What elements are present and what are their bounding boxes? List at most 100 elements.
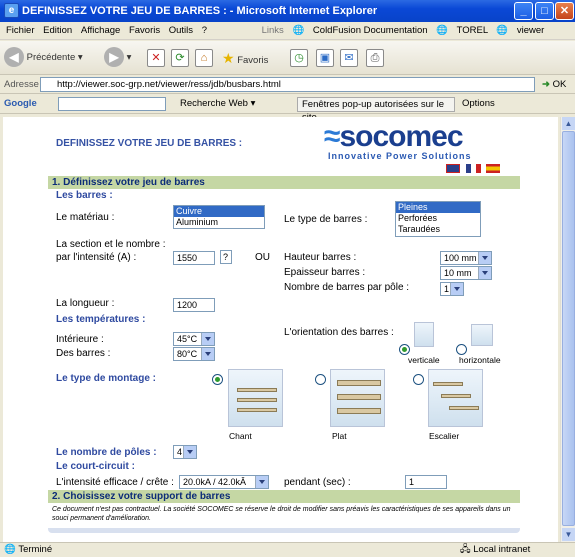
vertical-scrollbar[interactable]: ▲ ▼ xyxy=(560,117,575,542)
intensite-label: par l'intensité (A) : xyxy=(56,252,137,263)
nombre-barres-select[interactable]: 1 xyxy=(440,282,464,296)
back-arrow-icon: ◀ xyxy=(4,47,24,68)
hauteur-select[interactable]: 100 mm xyxy=(440,251,492,265)
scroll-thumb[interactable] xyxy=(562,131,575,526)
window-title: DEFINISSEZ VOTRE JEU DE BARRES : - Micro… xyxy=(22,5,378,17)
poles-label: Le nombre de pôles : xyxy=(56,447,157,458)
intensite-input[interactable]: 1550 xyxy=(173,251,215,265)
star-icon: ★ xyxy=(222,50,235,66)
footer-bar xyxy=(48,528,520,533)
refresh-icon[interactable]: ⟳ xyxy=(171,49,189,67)
efficace-select[interactable]: 20.0kA / 42.0kÂ xyxy=(179,475,269,489)
chevron-down-icon xyxy=(201,333,214,345)
menu-affichage[interactable]: Affichage xyxy=(81,25,120,36)
temperatures-heading: Les températures : xyxy=(56,314,146,325)
radio-plat[interactable] xyxy=(315,374,326,385)
zone-indicator: 🖧 Local intranet xyxy=(460,544,531,555)
print-icon[interactable]: ⎙ xyxy=(366,49,384,67)
status-bar: 🌐 Terminé 🖧 Local intranet xyxy=(0,542,575,556)
radio-escalier[interactable] xyxy=(413,374,424,385)
page-viewport: DEFINISSEZ VOTRE JEU DE BARRES : ≈socome… xyxy=(3,117,558,542)
type-option[interactable]: Pleines xyxy=(396,202,480,213)
close-button[interactable]: ✕ xyxy=(555,2,574,20)
mail-icon[interactable]: ✉ xyxy=(340,49,358,67)
plat-label: Plat xyxy=(332,431,347,441)
verticale-label: verticale xyxy=(408,355,440,365)
forward-button[interactable]: ▶ ▾ xyxy=(104,47,131,69)
stop-icon[interactable]: ✕ xyxy=(147,49,165,67)
horizontale-label: horizontale xyxy=(459,355,501,365)
page-title: DEFINISSEZ VOTRE JEU DE BARRES : xyxy=(56,138,243,149)
history-icon[interactable]: ◷ xyxy=(290,49,308,67)
type-option[interactable]: Perforées xyxy=(396,213,480,224)
section-2-bar[interactable]: 2. Choisissez votre support de barres xyxy=(48,490,520,503)
help-button[interactable]: ? xyxy=(220,250,232,264)
radio-horizontale[interactable] xyxy=(456,344,467,355)
window-titlebar: e DEFINISSEZ VOTRE JEU DE BARRES : - Mic… xyxy=(0,0,575,22)
maximize-button[interactable]: □ xyxy=(535,2,554,20)
menu-fichier[interactable]: Fichier xyxy=(6,25,35,36)
chevron-down-icon xyxy=(255,476,268,488)
interieure-label: Intérieure : xyxy=(56,334,104,345)
scroll-down-icon[interactable]: ▼ xyxy=(562,528,575,541)
escalier-image xyxy=(428,369,483,427)
materiau-option[interactable]: Cuivre xyxy=(174,206,264,217)
link-torel[interactable]: 🌐 TOREL xyxy=(436,25,488,36)
chevron-down-icon xyxy=(201,348,214,360)
type-barres-label: Le type de barres : xyxy=(284,214,368,225)
favorites-button[interactable]: ★ Favoris xyxy=(222,47,268,69)
barres-heading: Les barres : xyxy=(56,190,113,201)
menu-edition[interactable]: Edition xyxy=(43,25,72,36)
address-bar: Adresse http://viewer.soc-grp.net/viewer… xyxy=(0,75,575,94)
go-button[interactable]: ➜ OK xyxy=(542,75,566,94)
flag-fr-icon[interactable] xyxy=(466,164,481,176)
epaisseur-label: Epaisseur barres : xyxy=(284,267,366,278)
chevron-down-icon xyxy=(450,283,463,295)
google-logo[interactable]: Google xyxy=(4,98,37,109)
disclaimer-text: Ce document n'est pas contractuel. La so… xyxy=(52,506,511,522)
materiau-option[interactable]: Aluminium xyxy=(174,217,264,228)
des-barres-label: Des barres : xyxy=(56,348,111,359)
google-search-input[interactable] xyxy=(58,97,166,111)
address-input[interactable]: http://viewer.soc-grp.net/viewer/ress/jd… xyxy=(40,77,535,92)
radio-verticale[interactable] xyxy=(399,344,410,355)
type-barres-list[interactable]: Pleines Perforées Taraudées xyxy=(395,201,481,237)
efficace-label: L'intensité efficace / crête : xyxy=(56,477,174,488)
google-toolbar: Google Recherche Web ▾ Fenêtres pop-up a… xyxy=(0,94,575,123)
materiau-list[interactable]: Cuivre Aluminium xyxy=(173,205,265,229)
menu-favoris[interactable]: Favoris xyxy=(129,25,160,36)
google-options[interactable]: Options xyxy=(462,94,495,114)
flag-es-icon[interactable] xyxy=(486,164,500,176)
minimize-button[interactable]: _ xyxy=(514,2,533,20)
plat-image xyxy=(330,369,385,427)
back-button[interactable]: ◀ Précédente ▾ xyxy=(4,47,83,69)
link-coldfusion[interactable]: 🌐 ColdFusion Documentation xyxy=(292,25,427,36)
chant-label: Chant xyxy=(229,431,252,441)
chevron-down-icon xyxy=(183,446,196,458)
status-icon: 🌐 xyxy=(4,544,16,555)
flag-uk-icon[interactable] xyxy=(446,164,460,176)
status-text: Terminé xyxy=(18,544,53,555)
chevron-down-icon xyxy=(478,267,491,279)
des-barres-select[interactable]: 80°C xyxy=(173,347,215,361)
menu-outils[interactable]: Outils xyxy=(169,25,193,36)
materiau-label: Le matériau : xyxy=(56,212,115,223)
type-option[interactable]: Taraudées xyxy=(396,224,480,235)
link-viewer[interactable]: 🌐 viewer xyxy=(496,25,544,36)
escalier-label: Escalier xyxy=(429,431,460,441)
home-icon[interactable]: ⌂ xyxy=(195,49,213,67)
pendant-input[interactable]: 1 xyxy=(405,475,447,489)
radio-chant[interactable] xyxy=(212,374,223,385)
poles-select[interactable]: 4 xyxy=(173,445,197,459)
longueur-input[interactable]: 1200 xyxy=(173,298,215,312)
chevron-down-icon xyxy=(478,252,491,264)
menu-help[interactable]: ? xyxy=(202,25,207,36)
epaisseur-select[interactable]: 10 mm xyxy=(440,266,492,280)
media-icon[interactable]: ▣ xyxy=(316,49,334,67)
popup-blocker[interactable]: Fenêtres pop-up autorisées sur le site xyxy=(297,97,455,123)
google-search-button[interactable]: Recherche Web ▾ xyxy=(180,94,255,114)
menu-bar: Fichier Edition Affichage Favoris Outils… xyxy=(0,22,575,40)
scroll-up-icon[interactable]: ▲ xyxy=(562,117,575,130)
toolbar: ◀ Précédente ▾ ▶ ▾ ✕ ⟳ ⌂ ★ Favoris ◷ ▣ ✉… xyxy=(0,41,575,75)
interieure-select[interactable]: 45°C xyxy=(173,332,215,346)
